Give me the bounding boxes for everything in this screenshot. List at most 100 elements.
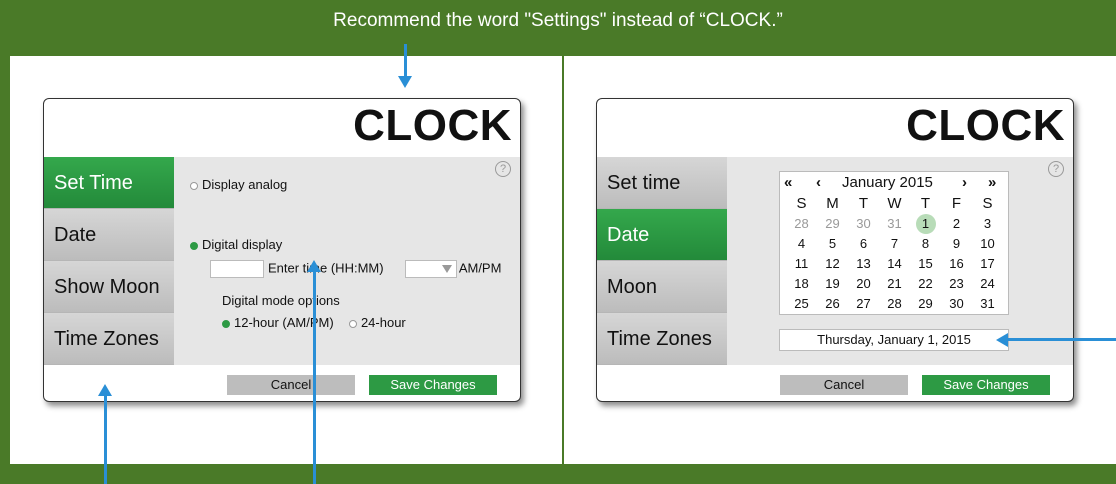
sidebar-item-moon[interactable]: Moon [597,261,727,313]
sidebar: Set time Date Moon Time Zones [597,157,727,365]
weekday-label: M [826,195,839,212]
sidebar-item-set-time[interactable]: Set time [597,157,727,209]
calendar-day[interactable]: 6 [848,234,879,254]
sidebar-item-set-time[interactable]: Set Time [44,157,174,209]
weekday-label: S [982,195,993,212]
calendar-day-selected[interactable]: 1 [910,214,941,234]
weekday-label: S [796,195,807,212]
calendar-month-label: January 2015 [842,174,933,191]
calendar: « ‹ January 2015 › » S M T W T F S 28 29… [779,171,1009,315]
dropdown-arrow-icon [441,265,452,273]
sidebar-item-date[interactable]: Date [44,209,174,261]
calendar-day[interactable]: 23 [941,274,972,294]
ampm-select[interactable] [404,260,457,278]
calendar-day[interactable]: 18 [786,274,817,294]
save-changes-button[interactable]: Save Changes [922,375,1050,395]
week-row: 25 26 27 28 29 30 31 [786,294,1006,314]
calendar-day[interactable]: 19 [817,274,848,294]
calendar-day[interactable]: 4 [786,234,817,254]
calendar-day[interactable]: 21 [879,274,910,294]
next-month-icon[interactable]: › [962,174,967,191]
calendar-day[interactable]: 8 [910,234,941,254]
selected-day-number: 1 [915,214,936,234]
calendar-grid: S M T W T F S 28 29 30 31 1 2 3 4 5 6 7 … [786,194,1006,314]
sidebar-item-time-zones[interactable]: Time Zones [597,313,727,365]
radio-12h-icon[interactable] [222,319,230,328]
calendar-day[interactable]: 3 [972,214,1003,234]
calendar-day[interactable]: 17 [972,254,1003,274]
calendar-day[interactable]: 31 [879,214,910,234]
sidebar: Set Time Date Show Moon Time Zones [44,157,174,365]
calendar-day[interactable]: 11 [786,254,817,274]
sidebar-item-time-zones[interactable]: Time Zones [44,313,174,365]
radio-selected-icon[interactable] [190,241,198,250]
calendar-day[interactable]: 29 [910,294,941,314]
help-icon[interactable]: ? [495,161,511,177]
enter-time-label: Enter time (HH:MM) [268,260,384,276]
calendar-day[interactable]: 16 [941,254,972,274]
calendar-day[interactable]: 30 [941,294,972,314]
option-12-hour[interactable]: 12-hour (AM/PM) [234,315,334,330]
calendar-day[interactable]: 31 [972,294,1003,314]
calendar-day[interactable]: 24 [972,274,1003,294]
first-month-icon[interactable]: « [784,174,792,191]
weekday-label: T [858,195,869,212]
ampm-label: AM/PM [458,260,502,276]
digital-mode-label: Digital mode options [222,293,340,308]
sidebar-item-date[interactable]: Date [597,209,727,261]
radio-24h-icon[interactable] [348,319,357,328]
calendar-day[interactable]: 15 [910,254,941,274]
dialog-title: CLOCK [353,101,512,150]
cancel-button[interactable]: Cancel [780,375,908,395]
calendar-day[interactable]: 12 [817,254,848,274]
calendar-day[interactable]: 20 [848,274,879,294]
week-row: 4 5 6 7 8 9 10 [786,234,1006,254]
arrow-down-icon [398,76,412,88]
digital-display-option[interactable]: Digital display [190,237,282,252]
calendar-day[interactable]: 22 [910,274,941,294]
calendar-day[interactable]: 27 [848,294,879,314]
enter-time-row: Enter time (HH:MM) AM/PM [210,260,501,278]
display-analog-label: Display analog [202,177,288,192]
calendar-day[interactable]: 29 [817,214,848,234]
week-row: 18 19 20 21 22 23 24 [786,274,1006,294]
calendar-day[interactable]: 7 [879,234,910,254]
digital-display-label: Digital display [202,237,283,252]
calendar-day[interactable]: 10 [972,234,1003,254]
sidebar-item-show-moon[interactable]: Show Moon [44,261,174,313]
radio-icon[interactable] [190,181,198,190]
arrow-up-icon [307,260,321,272]
last-month-icon[interactable]: » [988,174,996,191]
display-analog-option[interactable]: Display analog [190,177,287,192]
calendar-day[interactable]: 25 [786,294,817,314]
weekday-label: W [887,195,902,212]
calendar-day[interactable]: 28 [879,294,910,314]
calendar-day[interactable]: 5 [817,234,848,254]
arrow-left-icon [996,333,1008,347]
date-content: ? « ‹ January 2015 › » S M T W T F S 28 … [727,157,1073,365]
calendar-day[interactable]: 13 [848,254,879,274]
selected-date-field[interactable]: Thursday, January 1, 2015 [779,329,1009,351]
arrow-shaft [104,396,107,484]
clock-dialog-date: CLOCK Set time Date Moon Time Zones ? « … [596,98,1074,402]
calendar-day[interactable]: 9 [941,234,972,254]
calendar-day[interactable]: 26 [817,294,848,314]
help-icon[interactable]: ? [1048,161,1064,177]
calendar-day[interactable]: 28 [786,214,817,234]
settings-content: ? Display analog Digital display Enter t… [174,157,520,365]
arrow-shaft [313,272,316,484]
calendar-day[interactable]: 14 [879,254,910,274]
prev-month-icon[interactable]: ‹ [816,174,821,191]
save-changes-button[interactable]: Save Changes [369,375,497,395]
arrow-shaft [1008,338,1116,341]
weekday-label: T [920,195,931,212]
weekday-row: S M T W T F S [786,194,1006,214]
time-input[interactable] [210,260,264,278]
banner-text: Recommend the word "Settings" instead of… [0,0,1116,44]
dialog-title: CLOCK [906,101,1065,150]
week-row: 28 29 30 31 1 2 3 [786,214,1006,234]
calendar-day[interactable]: 2 [941,214,972,234]
cancel-button[interactable]: Cancel [227,375,355,395]
calendar-day[interactable]: 30 [848,214,879,234]
option-24-hour[interactable]: 24-hour [361,315,406,330]
